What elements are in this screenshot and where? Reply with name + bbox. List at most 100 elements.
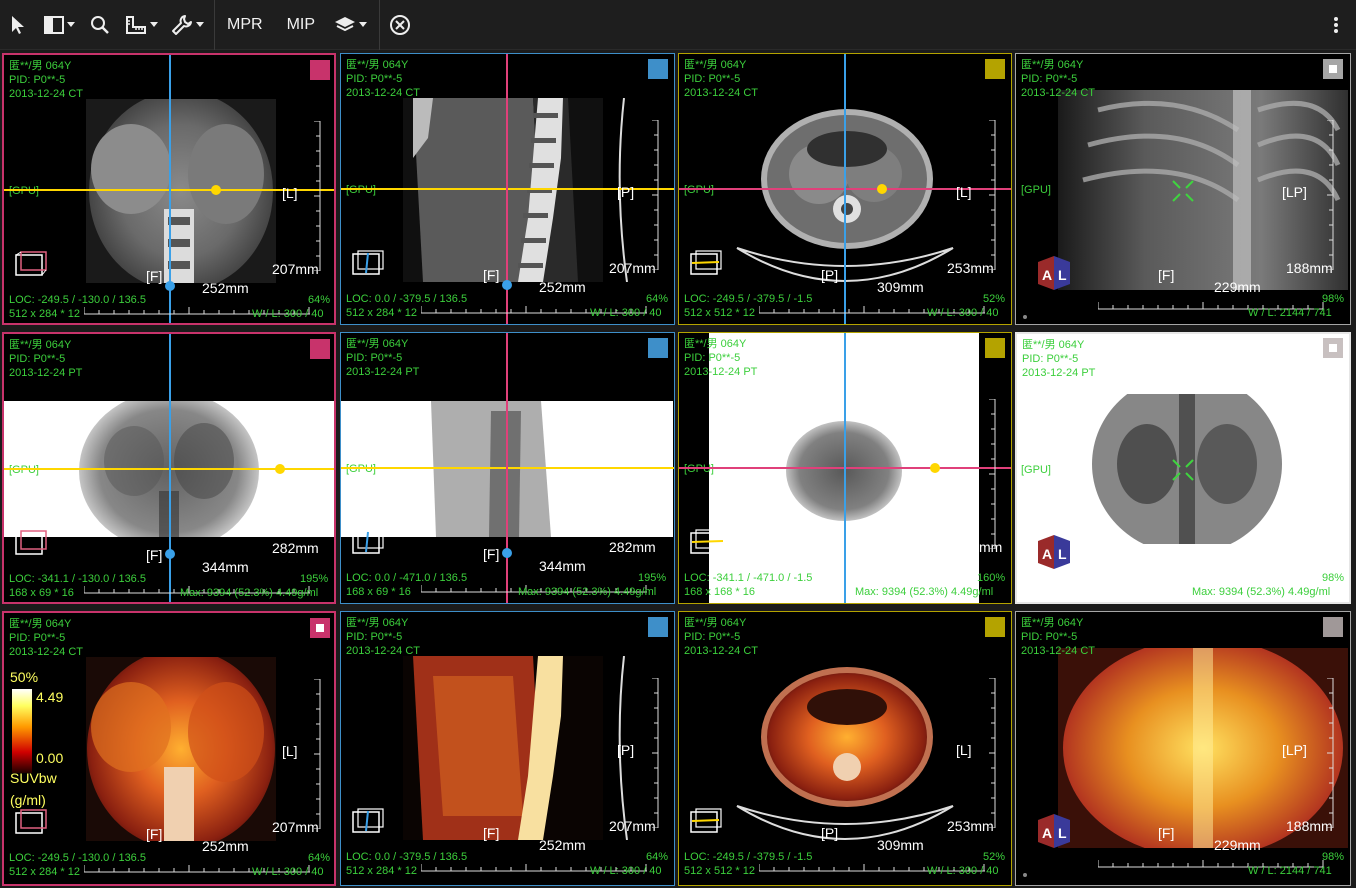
patient-id: PID: P0**-5	[9, 632, 66, 644]
max-suv-readout: Max: 9394 (52.3%) 4.49g/ml	[180, 587, 319, 599]
gpu-label: [GPU]	[684, 184, 714, 196]
viewport-pet-sagittal[interactable]: 匿**/男 064Y PID: P0**-5 2013-12-24 PT [GP…	[340, 332, 675, 604]
patient-id: PID: P0**-5	[346, 352, 403, 364]
crosshair-handle[interactable]	[502, 280, 512, 290]
max-suv-readout: Max: 9394 (52.3%) 4.49g/ml	[518, 586, 657, 598]
patient-name: 匿**/男 064Y	[1021, 617, 1084, 629]
location-readout: LOC: -341.1 / -130.0 / 136.5	[9, 573, 146, 585]
series-color-marker[interactable]	[1323, 617, 1343, 637]
more-menu-button[interactable]	[1326, 0, 1346, 50]
gpu-label: [GPU]	[1021, 184, 1051, 196]
viewport-pet-axial[interactable]: 匿**/男 064Y PID: P0**-5 2013-12-24 PT [GP…	[678, 332, 1012, 604]
orientation-right: [LP]	[1282, 742, 1307, 758]
study-date: 2013-12-24 PT	[9, 367, 83, 379]
location-readout: LOC: 0.0 / -379.5 / 136.5	[346, 293, 468, 305]
colorbar-unit-sub: (g/ml)	[10, 792, 46, 808]
viewport-fusion-mip[interactable]: 匿**/男 064Y PID: P0**-5 2013-12-24 CT [LP…	[1015, 611, 1351, 886]
study-date: 2013-12-24 CT	[346, 645, 420, 657]
height-measure: 309mm	[877, 279, 924, 295]
crosshair-vertical[interactable]	[506, 333, 508, 603]
pointer-tool-button[interactable]	[0, 0, 36, 50]
vertical-scale-ruler	[1327, 120, 1334, 270]
viewport-pet-mip[interactable]: 匿**/男 064Y PID: P0**-5 2013-12-24 PT [GP…	[1015, 332, 1351, 604]
crosshair-handle[interactable]	[502, 548, 512, 558]
series-color-marker[interactable]	[310, 339, 330, 359]
height-measure: 309mm	[877, 837, 924, 853]
tools-button[interactable]	[164, 0, 210, 50]
crosshair-handle[interactable]	[165, 281, 175, 291]
orientation-letter-a: A	[1042, 267, 1052, 283]
crosshair-handle[interactable]	[211, 185, 221, 195]
suv-colorbar[interactable]	[12, 689, 32, 773]
series-color-marker[interactable]	[648, 338, 668, 358]
mip-button[interactable]: MIP	[275, 0, 327, 50]
viewport-pet-coronal[interactable]: 匿**/男 064Y PID: P0**-5 2013-12-24 PT [GP…	[2, 332, 336, 604]
series-color-marker[interactable]	[310, 60, 330, 80]
status-dot	[1023, 315, 1027, 319]
ct-coronal-image	[86, 99, 276, 283]
dimension-readout: 512 x 512 * 12	[684, 307, 755, 319]
viewport-ct-axial[interactable]: 匿**/男 064Y PID: P0**-5 2013-12-24 CT [GP…	[678, 53, 1012, 325]
series-color-marker[interactable]	[310, 618, 330, 638]
crosshair-handle[interactable]	[165, 549, 175, 559]
viewport-fusion-coronal[interactable]: 匿**/男 064Y PID: P0**-5 2013-12-24 CT 50%…	[2, 611, 336, 886]
layers-icon	[334, 16, 355, 31]
layers-button[interactable]	[327, 0, 373, 50]
layout-button[interactable]	[36, 0, 82, 50]
orientation-right: [P]	[617, 184, 635, 200]
orientation-bottom: [P]	[821, 825, 839, 841]
close-button[interactable]	[380, 0, 420, 50]
max-suv-readout: Max: 9394 (52.3%) 4.49g/ml	[1192, 586, 1331, 598]
vertical-scale-ruler	[989, 399, 996, 549]
window-level-readout: W / L: 300 / 40	[927, 865, 999, 877]
orientation-bottom: [F]	[146, 268, 163, 284]
location-readout: LOC: -249.5 / -130.0 / 136.5	[9, 294, 146, 306]
mpr-button[interactable]: MPR	[215, 0, 275, 50]
orientation-right: [L]	[956, 742, 972, 758]
width-measure: 282mm	[272, 540, 319, 556]
viewport-ct-sagittal[interactable]: 匿**/男 064Y PID: P0**-5 2013-12-24 CT [GP…	[340, 53, 675, 325]
viewport-ct-coronal[interactable]: 匿**/男 064Y PID: P0**-5 2013-12-24 CT [GP…	[2, 53, 336, 325]
orientation-bottom: [F]	[146, 547, 163, 563]
orientation-cube-icon	[352, 529, 384, 554]
crosshair-vertical[interactable]	[169, 334, 171, 602]
zoom-readout: 98%	[1322, 293, 1345, 305]
crosshair-vertical[interactable]	[844, 333, 846, 603]
zoom-icon	[91, 15, 109, 34]
location-readout: LOC: 0.0 / -379.5 / 136.5	[346, 851, 468, 863]
orientation-right: [L]	[282, 185, 298, 201]
series-color-marker[interactable]	[985, 617, 1005, 637]
patient-id: PID: P0**-5	[684, 631, 741, 643]
zoom-button[interactable]	[82, 0, 118, 50]
layout-icon	[43, 15, 64, 34]
zoom-readout: 52%	[983, 293, 1006, 305]
crosshair-horizontal[interactable]	[341, 467, 674, 469]
series-color-marker[interactable]	[1323, 59, 1343, 79]
window-level-readout: W / L: 300 / 40	[590, 865, 662, 877]
series-color-marker[interactable]	[985, 59, 1005, 79]
dimension-readout: 512 x 284 * 12	[346, 865, 417, 877]
crosshair-handle[interactable]	[275, 464, 285, 474]
viewport-fusion-sagittal[interactable]: 匿**/男 064Y PID: P0**-5 2013-12-24 CT [P]…	[340, 611, 675, 886]
viewport-ct-mip[interactable]: 匿**/男 064Y PID: P0**-5 2013-12-24 CT [GP…	[1015, 53, 1351, 325]
orientation-letter-a: A	[1042, 825, 1052, 841]
height-measure: 252mm	[202, 838, 249, 854]
series-color-marker[interactable]	[985, 338, 1005, 358]
patient-name: 匿**/男 064Y	[9, 339, 72, 351]
crosshair-vertical[interactable]	[844, 54, 846, 324]
vertical-scale-ruler	[652, 120, 659, 270]
patient-id: PID: P0**-5	[1021, 631, 1078, 643]
patient-id: PID: P0**-5	[346, 631, 403, 643]
crosshair-handle[interactable]	[930, 463, 940, 473]
colorbar-unit: SUVbw	[10, 770, 57, 786]
patient-id: PID: P0**-5	[684, 73, 741, 85]
crosshair-handle[interactable]	[877, 184, 887, 194]
series-color-marker[interactable]	[648, 59, 668, 79]
center-target-icon	[1172, 459, 1194, 481]
series-color-marker[interactable]	[1323, 338, 1343, 358]
viewport-fusion-axial[interactable]: 匿**/男 064Y PID: P0**-5 2013-12-24 CT [L]…	[678, 611, 1012, 886]
window-level-readout: W / L: 2144 / 741	[1248, 307, 1332, 319]
series-color-marker[interactable]	[648, 617, 668, 637]
location-readout: LOC: -341.1 / -471.0 / -1.5	[684, 572, 813, 584]
measure-button[interactable]	[118, 0, 164, 50]
